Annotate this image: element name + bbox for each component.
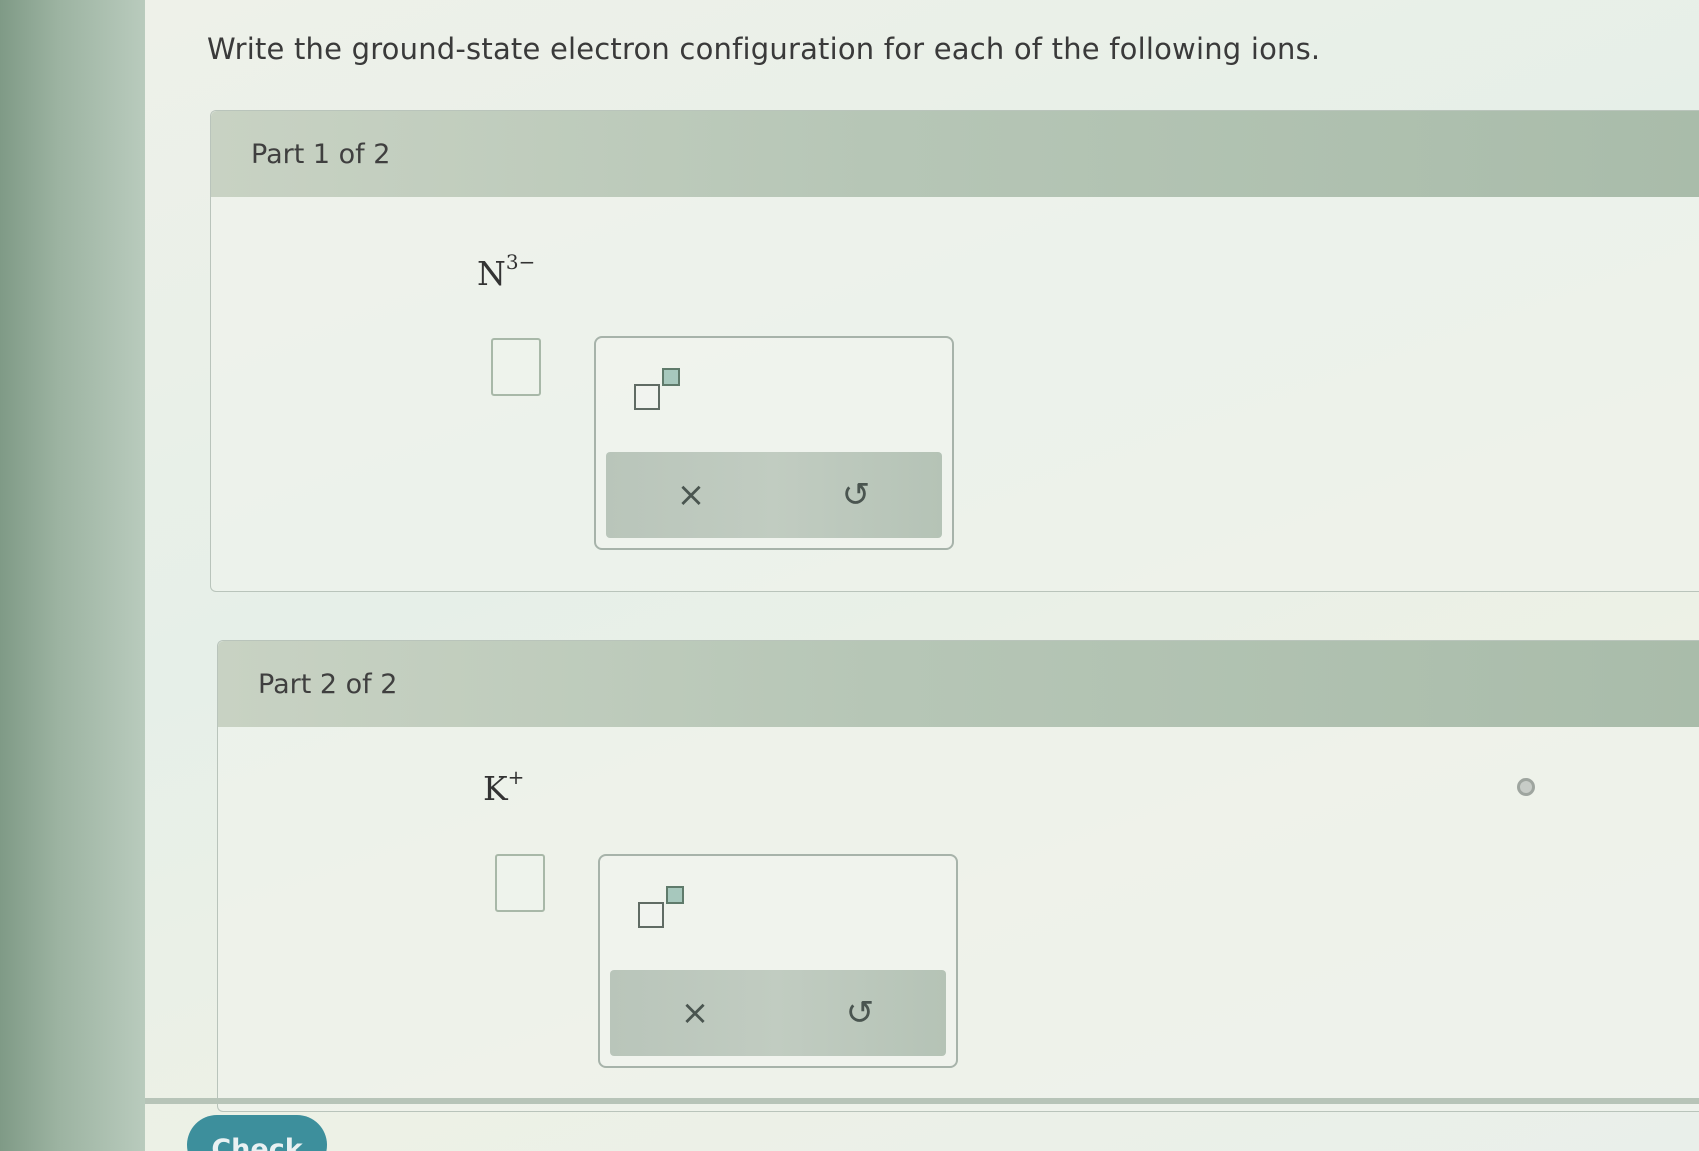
part-2-tool-bar: × ↺ [610,970,946,1056]
left-margin [0,0,145,1151]
close-icon: × [680,993,710,1033]
undo-icon: ↺ [845,993,875,1033]
check-button[interactable]: Check [187,1115,327,1151]
part-2-undo-button[interactable]: ↺ [835,990,885,1036]
part-1-answer-input[interactable] [491,338,541,396]
part-2-header: Part 2 of 2 [218,641,1699,727]
superscript-exponent-box-icon [666,886,684,904]
part-1-panel: Part 1 of 2 N3− × ↺ [210,110,1699,592]
part-1-tool-bar: × ↺ [606,452,942,538]
part-1-ion: N3− [477,250,535,293]
undo-icon: ↺ [841,475,871,515]
superscript-exponent-box-icon [662,368,680,386]
close-icon: × [676,475,706,515]
part-1-ion-charge: 3− [505,250,536,274]
question-text: Write the ground-state electron configur… [207,32,1321,66]
part-2-ion: K+ [483,765,524,808]
part-2-ion-symbol: K [483,769,508,808]
part-1-clear-button[interactable]: × [666,472,716,518]
part-2-answer-input[interactable] [495,854,545,912]
part-1-superscript-button[interactable] [634,368,688,418]
part-2-panel: Part 2 of 2 K+ × ↺ [217,640,1699,1112]
footer-divider [145,1098,1699,1104]
part-2-ion-charge: + [507,765,525,789]
part-2-superscript-button[interactable] [638,886,692,936]
part-2-input-palette: × ↺ [598,854,958,1068]
superscript-base-box-icon [638,902,664,928]
part-1-input-palette: × ↺ [594,336,954,550]
question-page: Write the ground-state electron configur… [145,0,1699,1151]
info-dot-icon [1517,778,1535,796]
part-2-clear-button[interactable]: × [670,990,720,1036]
superscript-base-box-icon [634,384,660,410]
part-1-header: Part 1 of 2 [211,111,1699,197]
part-1-undo-button[interactable]: ↺ [831,472,881,518]
part-1-ion-symbol: N [477,254,506,293]
